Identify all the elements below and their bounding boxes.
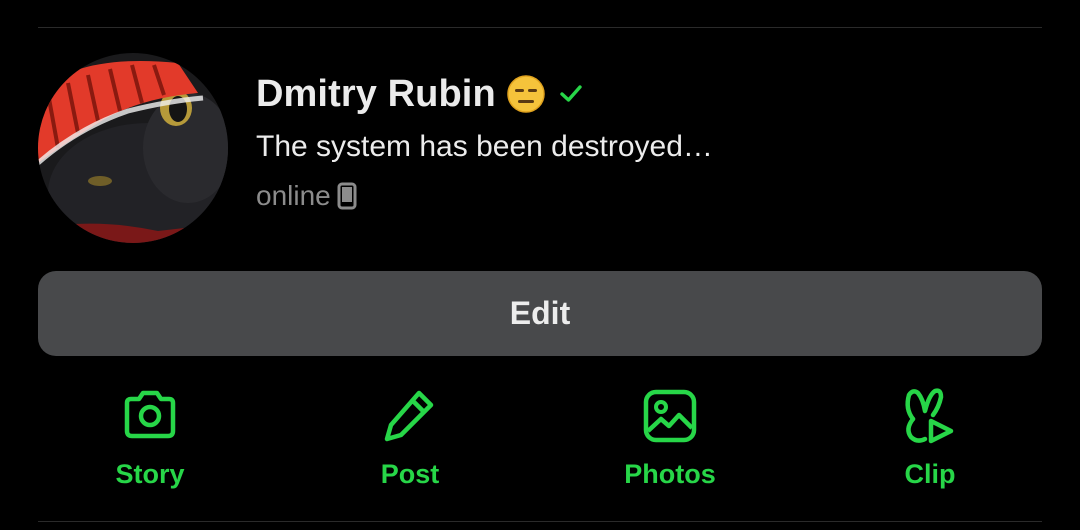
image-icon <box>643 389 697 443</box>
bottom-divider <box>38 521 1042 522</box>
story-button[interactable]: Story <box>50 385 250 500</box>
photos-button[interactable]: Photos <box>570 385 770 500</box>
pencil-icon <box>384 390 434 442</box>
camera-icon <box>124 390 176 439</box>
clip-button[interactable]: Clip <box>830 385 1030 500</box>
post-label: Post <box>380 459 440 489</box>
profile-screen: Dmitry Rubin The system has been destroy… <box>0 0 1080 530</box>
photos-label: Photos <box>624 459 716 489</box>
avatar[interactable] <box>38 53 228 243</box>
online-status: online <box>256 180 331 211</box>
clip-icon <box>905 388 954 444</box>
clip-label: Clip <box>904 459 956 489</box>
profile-name: Dmitry Rubin <box>256 72 496 115</box>
top-divider <box>38 27 1042 28</box>
expressionless-face-emoji-icon <box>507 75 545 113</box>
edit-button-label: Edit <box>509 295 571 331</box>
status-row: online <box>256 180 357 212</box>
post-button[interactable]: Post <box>310 385 510 500</box>
avatar-image <box>38 53 228 243</box>
check-icon <box>560 85 582 102</box>
edit-button[interactable]: Edit <box>38 271 1042 356</box>
profile-bio: The system has been destroyed… <box>256 130 713 163</box>
phone-icon <box>337 182 357 210</box>
story-label: Story <box>115 459 185 489</box>
profile-name-row: Dmitry Rubin <box>256 70 584 118</box>
